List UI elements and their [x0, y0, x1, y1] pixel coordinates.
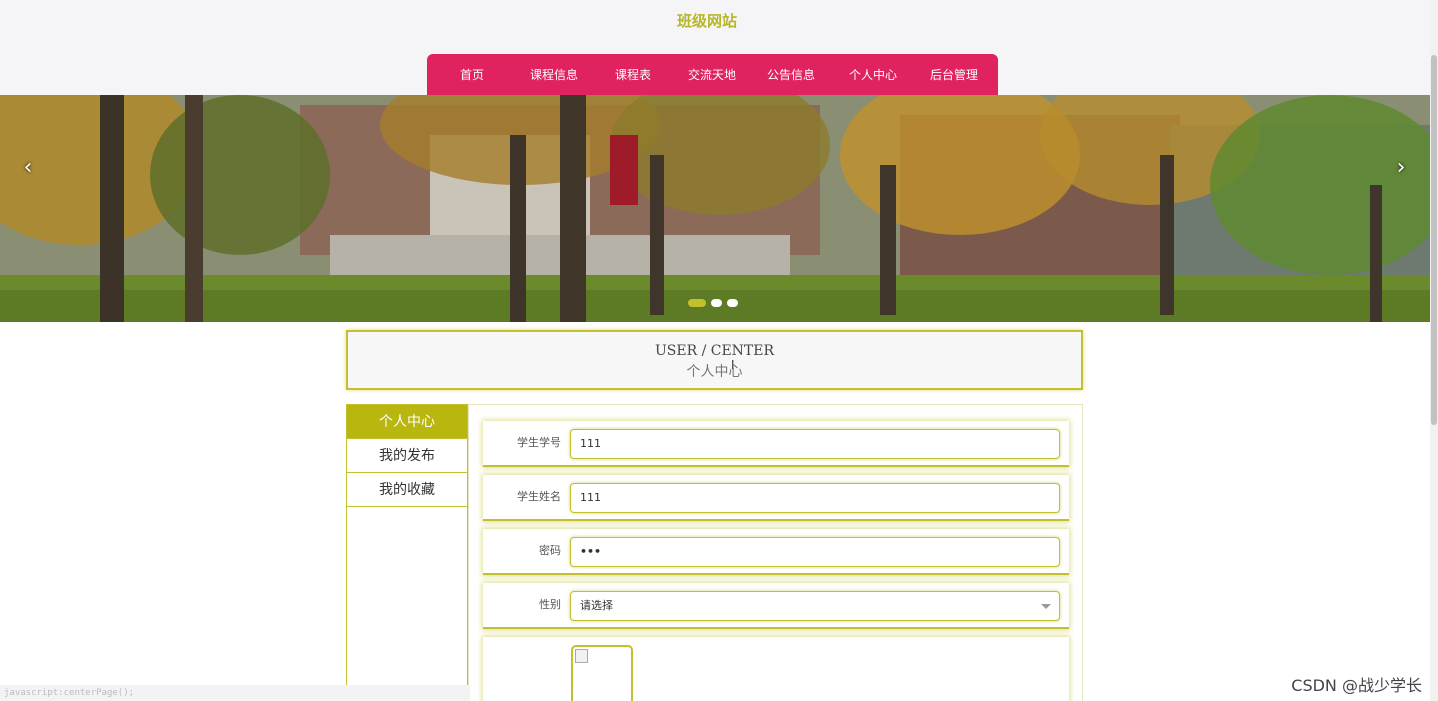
scrollbar-thumb[interactable]	[1431, 55, 1437, 425]
carousel-dot-1[interactable]	[688, 299, 706, 307]
photo-upload[interactable]	[571, 645, 633, 701]
form-row-student-name: 学生姓名 111	[483, 475, 1069, 521]
student-id-input[interactable]: 111	[570, 429, 1060, 459]
side-item-user-center[interactable]: 个人中心	[347, 405, 467, 439]
form-row-gender: 性别 请选择	[483, 583, 1069, 629]
student-name-input[interactable]: 111	[570, 483, 1060, 513]
browser-status-bar: javascript:centerPage();	[0, 685, 470, 701]
gender-label: 性别	[539, 598, 561, 611]
side-item-my-posts[interactable]: 我的发布	[347, 439, 467, 473]
chevron-down-icon	[1041, 604, 1051, 609]
nav-admin[interactable]: 后台管理	[925, 66, 983, 83]
section-title-cn: 个人中心	[686, 364, 743, 380]
nav-course-info[interactable]: 课程信息	[505, 66, 603, 83]
gender-select-value: 请选择	[580, 599, 613, 612]
form-row-photo	[483, 637, 1069, 701]
password-label: 密码	[539, 544, 561, 557]
site-title: 班级网站	[676, 12, 737, 30]
carousel-prev-arrow[interactable]: ‹	[16, 155, 40, 180]
site-header: 班级网站 首页 课程信息 课程表 交流天地 公告信息 个人中心 后台管理	[0, 0, 1430, 95]
carousel-banner: ‹ ›	[0, 95, 1430, 322]
form-row-password: 密码 •••	[483, 529, 1069, 575]
profile-form: 学生学号 111 学生姓名 111 密码 ••• 性别 请选择	[468, 404, 1083, 701]
carousel-dot-3[interactable]	[727, 299, 738, 307]
nav-home[interactable]: 首页	[439, 66, 505, 83]
nav-timetable[interactable]: 课程表	[603, 66, 663, 83]
page-scrollbar[interactable]	[1430, 0, 1438, 701]
student-name-label: 学生姓名	[517, 490, 561, 503]
main-nav: 首页 课程信息 课程表 交流天地 公告信息 个人中心 后台管理	[427, 54, 998, 95]
carousel-dot-2[interactable]	[711, 299, 722, 307]
side-item-my-favorites[interactable]: 我的收藏	[347, 473, 467, 507]
broken-image-icon	[575, 649, 588, 663]
carousel-next-arrow[interactable]: ›	[1389, 155, 1413, 180]
nav-announcements[interactable]: 公告信息	[761, 66, 821, 83]
gender-select[interactable]: 请选择	[570, 591, 1060, 621]
form-row-student-id: 学生学号 111	[483, 421, 1069, 467]
student-id-label: 学生学号	[517, 436, 561, 449]
nav-user-center[interactable]: 个人中心	[821, 66, 925, 83]
side-menu: 个人中心 我的发布 我的收藏	[346, 404, 468, 701]
user-center-title-box: USER / CENTER 个人中心	[346, 330, 1083, 390]
nav-forum[interactable]: 交流天地	[663, 66, 761, 83]
section-title-en: USER / CENTER	[654, 343, 775, 359]
text-cursor-icon: I	[731, 358, 735, 372]
campus-photo	[0, 95, 1430, 322]
carousel-dots	[688, 299, 738, 307]
password-input[interactable]: •••	[570, 537, 1060, 567]
csdn-watermark: CSDN @战少学长	[1291, 676, 1422, 695]
